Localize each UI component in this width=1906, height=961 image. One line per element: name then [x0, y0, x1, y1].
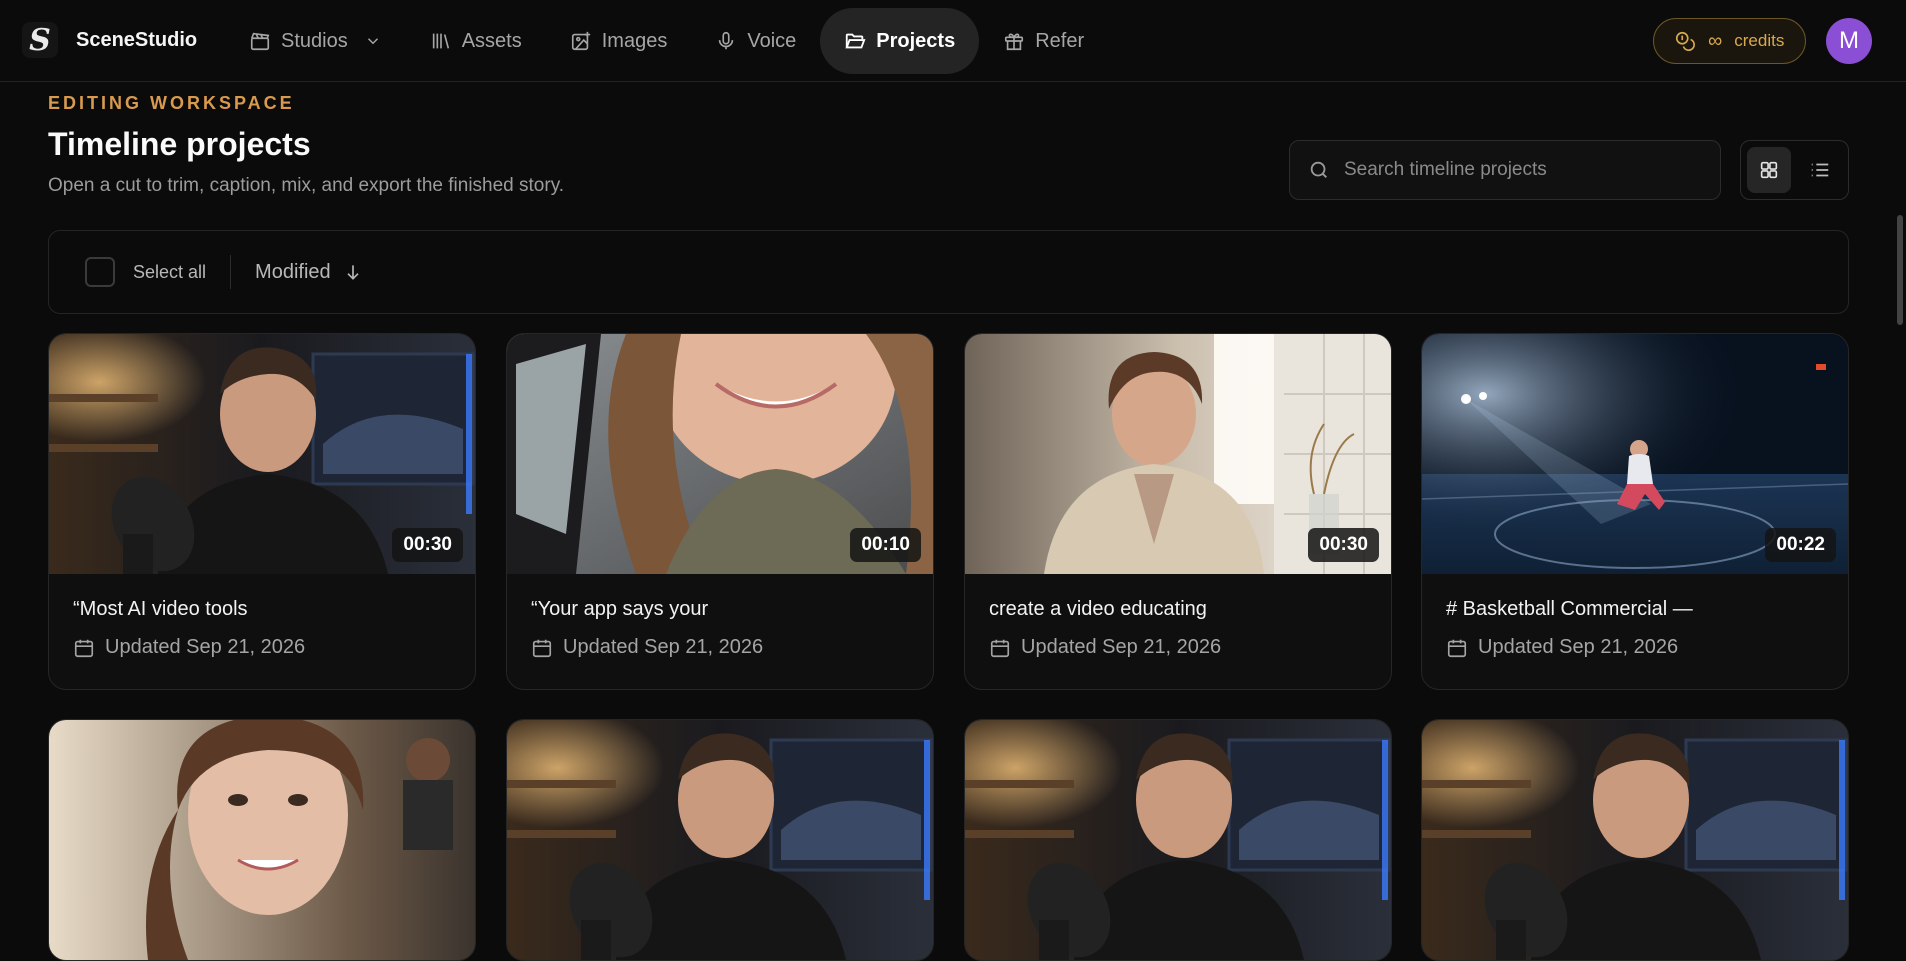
card-body: create a video educating Updated Sep 21,…	[965, 574, 1391, 689]
calendar-icon	[990, 639, 1010, 657]
nav-item-assets[interactable]: Assets	[406, 8, 546, 74]
nav-label-voice: Voice	[747, 29, 797, 52]
nav-item-studios[interactable]: Studios	[225, 8, 406, 74]
grid-view-button[interactable]	[1747, 147, 1791, 193]
select-all-checkbox[interactable]	[85, 257, 115, 287]
updated-date: Updated Sep 21, 2026	[1021, 636, 1222, 658]
calendar-icon	[532, 639, 552, 657]
search-box	[1289, 140, 1721, 200]
updated-date: Updated Sep 21, 2026	[1478, 636, 1679, 658]
chevron-down-icon	[367, 38, 378, 45]
credits-button[interactable]: ∞ credits	[1653, 18, 1806, 64]
main-nav: Studios Assets Images Voice Projects Ref…	[225, 8, 1108, 74]
top-nav-bar: S SceneStudio Studios Assets Images Voic…	[0, 0, 1906, 82]
project-card[interactable]	[48, 719, 476, 961]
updated-row: Updated Sep 21, 2026	[73, 636, 451, 659]
project-card[interactable]: 00:10 “Your app says your Updated Sep 21…	[506, 333, 934, 690]
project-thumbnail[interactable]	[1422, 720, 1848, 960]
grid-icon	[1760, 161, 1777, 179]
project-card[interactable]	[506, 719, 934, 961]
list-view-button[interactable]	[1799, 147, 1843, 193]
project-title: “Your app says your	[531, 598, 709, 620]
select-all-label[interactable]: Select all	[133, 262, 206, 283]
project-thumbnail[interactable]: 00:30	[49, 334, 475, 574]
user-avatar[interactable]: M	[1826, 18, 1872, 64]
updated-row: Updated Sep 21, 2026	[1446, 636, 1824, 659]
thumbnail-image	[1422, 720, 1848, 960]
project-card[interactable]: 00:30 create a video educating Updated S…	[964, 333, 1392, 690]
nav-label-projects: Projects	[876, 29, 956, 52]
scrollbar-thumb[interactable]	[1897, 215, 1903, 325]
clapperboard-icon	[250, 32, 270, 51]
brand-name: SceneStudio	[76, 28, 198, 51]
card-body: # Basketball Commercial — Updated Sep 21…	[1422, 574, 1848, 689]
view-toggle	[1740, 140, 1849, 200]
page-title: Timeline projects	[48, 126, 311, 162]
project-thumbnail[interactable]	[49, 720, 475, 960]
nav-item-voice[interactable]: Voice	[691, 8, 820, 74]
updated-row: Updated Sep 21, 2026	[531, 636, 909, 659]
section-eyebrow: EDITING WORKSPACE	[48, 93, 295, 113]
card-body: “Most AI video tools Updated Sep 21, 202…	[49, 574, 475, 689]
project-card[interactable]: 00:22 # Basketball Commercial — Updated …	[1421, 333, 1849, 690]
logo-mark-icon: S	[22, 22, 58, 58]
nav-label-assets: Assets	[461, 29, 522, 52]
project-title: “Most AI video tools	[73, 598, 248, 620]
duration-badge: 00:30	[392, 528, 463, 562]
image-plus-icon	[571, 31, 590, 51]
thumbnail-image	[965, 720, 1391, 960]
gift-icon	[1005, 33, 1024, 51]
project-thumbnail[interactable]: 00:30	[965, 334, 1391, 574]
nav-label-refer: Refer	[1035, 29, 1085, 52]
updated-date: Updated Sep 21, 2026	[563, 636, 764, 658]
thumbnail-image	[507, 720, 933, 960]
updated-date: Updated Sep 21, 2026	[105, 636, 306, 658]
brand-logo[interactable]: S SceneStudio	[22, 22, 197, 58]
toolbar-divider	[230, 255, 232, 289]
project-thumbnail[interactable]	[965, 720, 1391, 960]
page-subtitle: Open a cut to trim, caption, mix, and ex…	[48, 175, 565, 196]
search-icon	[1310, 161, 1327, 178]
nav-item-projects[interactable]: Projects	[820, 8, 980, 74]
project-title: create a video educating	[989, 598, 1207, 620]
search-input[interactable]	[1344, 159, 1704, 181]
nav-label-studios: Studios	[281, 29, 348, 52]
project-card[interactable]	[1421, 719, 1849, 961]
card-body: “Your app says your Updated Sep 21, 2026	[507, 574, 933, 689]
selection-toolbar: Select all Modified	[48, 230, 1849, 314]
credits-infinity: ∞	[1708, 29, 1723, 52]
list-icon	[1812, 163, 1829, 177]
microphone-icon	[719, 31, 734, 50]
duration-badge: 00:30	[1308, 528, 1379, 562]
project-title: # Basketball Commercial —	[1446, 598, 1693, 620]
library-icon	[432, 33, 449, 49]
arrow-down-icon	[347, 265, 359, 280]
coins-icon	[1675, 31, 1695, 51]
project-card[interactable]	[964, 719, 1392, 961]
nav-label-images: Images	[601, 29, 668, 52]
project-thumbnail[interactable]	[507, 720, 933, 960]
nav-item-images[interactable]: Images	[546, 8, 692, 74]
project-card[interactable]: 00:30 “Most AI video tools Updated Sep 2…	[48, 333, 476, 690]
sort-button[interactable]: Modified	[255, 261, 363, 284]
thumbnail-image	[49, 720, 475, 960]
duration-badge: 00:10	[850, 528, 921, 562]
duration-badge: 00:22	[1765, 528, 1836, 562]
sort-label: Modified	[255, 260, 331, 283]
calendar-icon	[74, 639, 94, 657]
updated-row: Updated Sep 21, 2026	[989, 636, 1367, 659]
folder-open-icon	[845, 33, 866, 49]
calendar-icon	[1447, 639, 1467, 657]
credits-label: credits	[1734, 31, 1785, 50]
project-thumbnail[interactable]: 00:22	[1422, 334, 1848, 574]
project-thumbnail[interactable]: 00:10	[507, 334, 933, 574]
nav-item-refer[interactable]: Refer	[979, 8, 1108, 74]
